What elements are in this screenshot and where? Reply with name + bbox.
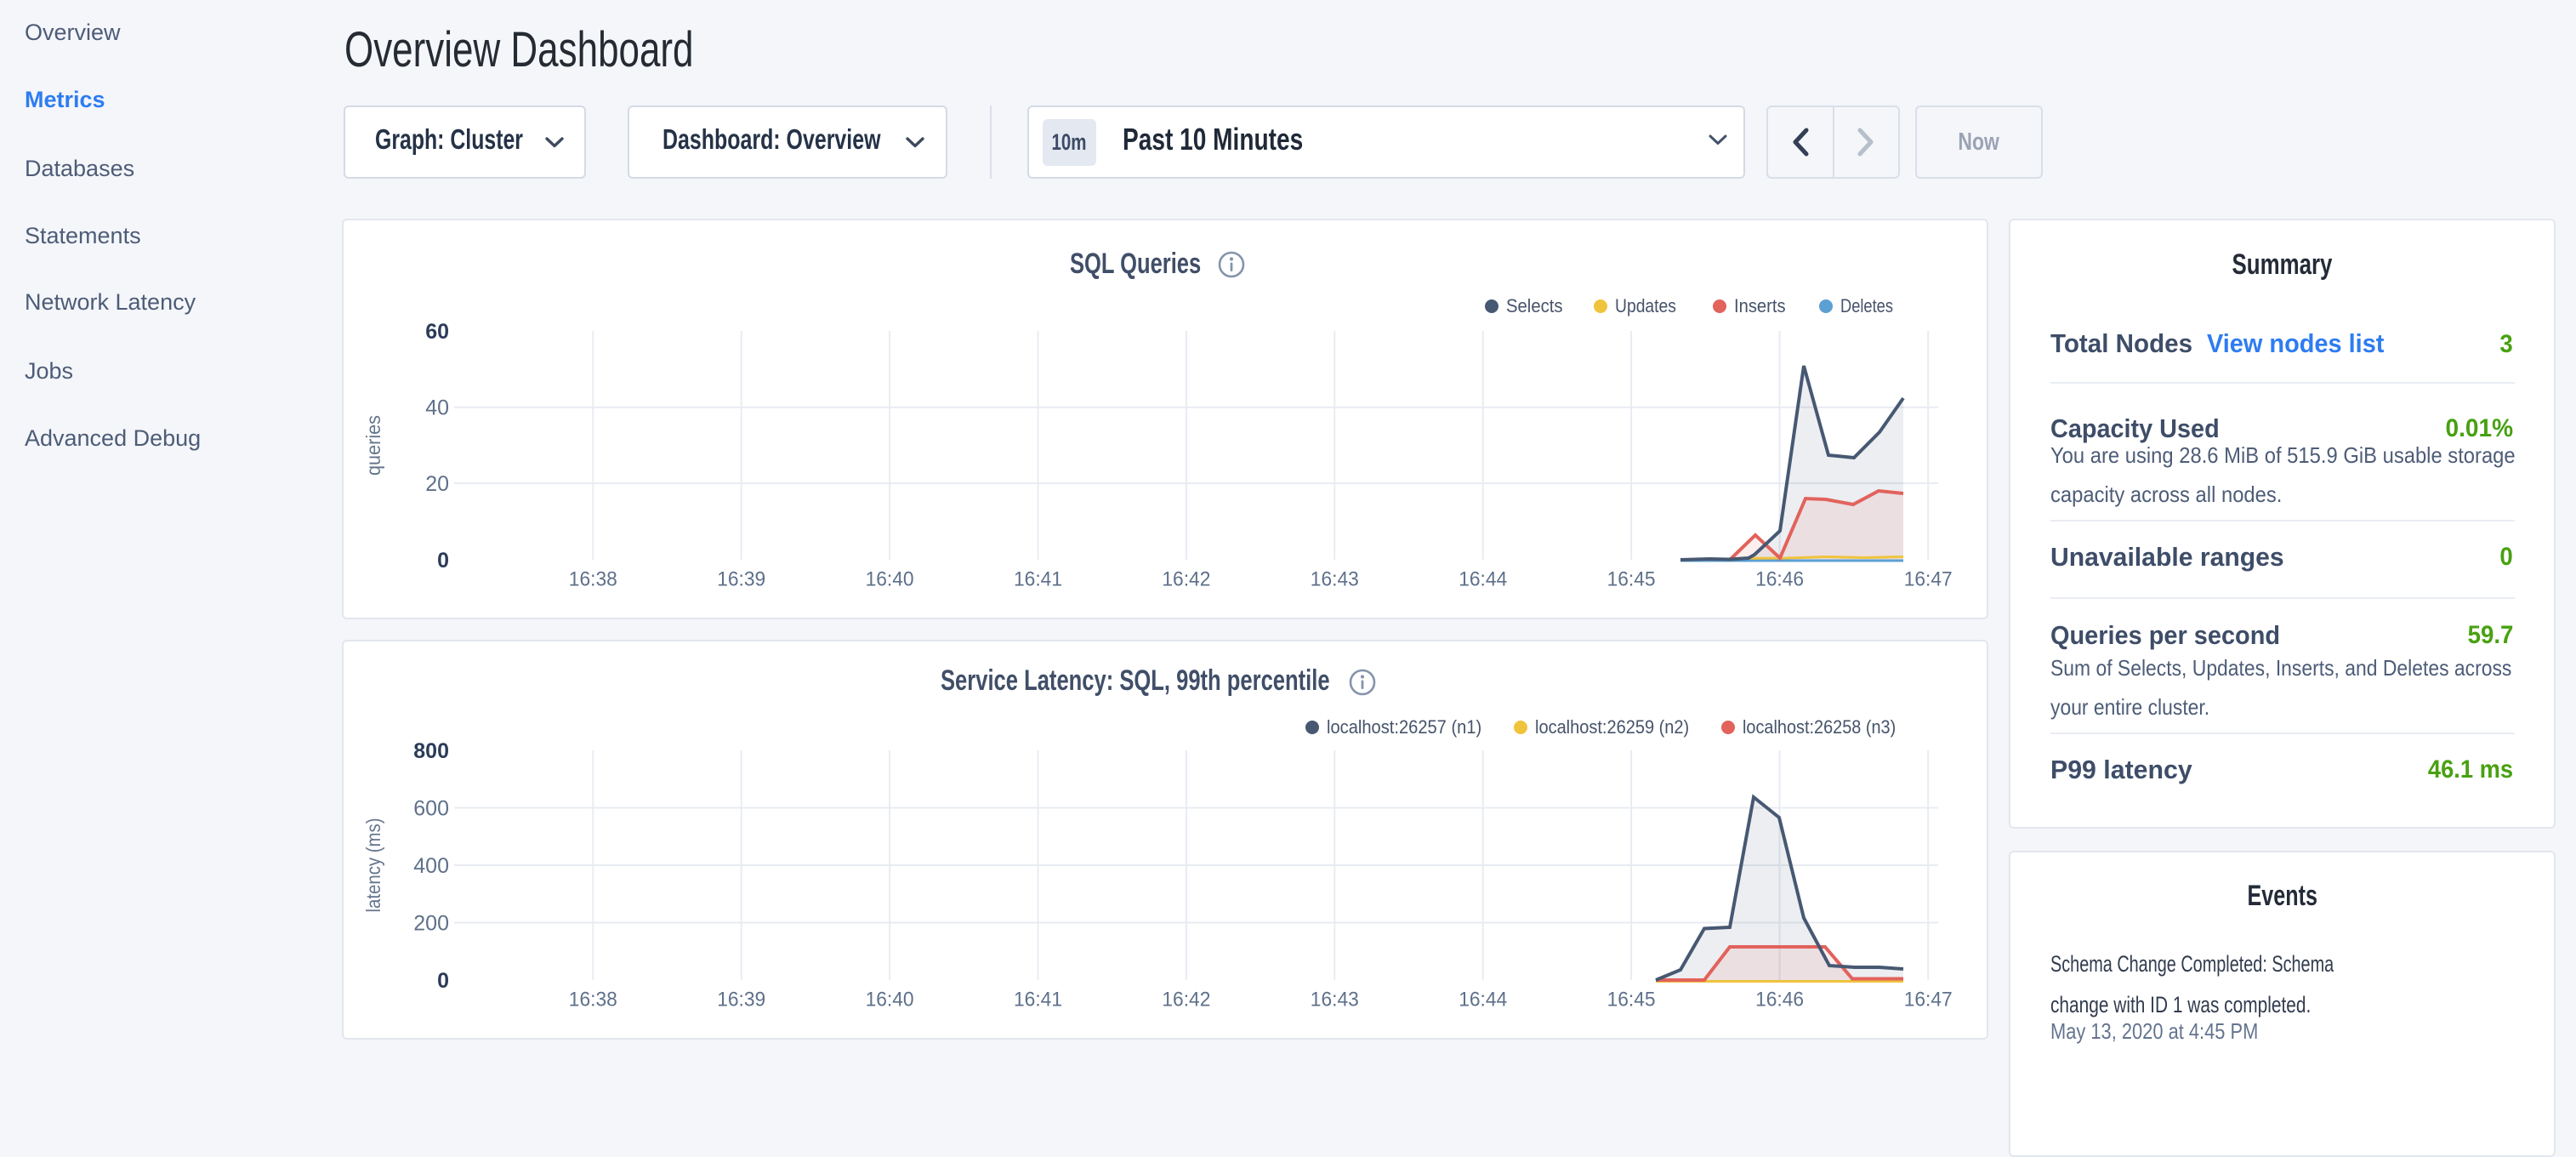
svg-text:16:44: 16:44: [1459, 988, 1507, 1011]
svg-text:0: 0: [437, 969, 449, 993]
svg-text:16:46: 16:46: [1755, 567, 1804, 590]
svg-text:16:45: 16:45: [1607, 988, 1656, 1011]
svg-text:latency (ms): latency (ms): [362, 818, 384, 913]
svg-text:16:47: 16:47: [1904, 988, 1953, 1011]
svg-text:16:40: 16:40: [866, 567, 914, 590]
svg-text:60: 60: [425, 320, 449, 344]
svg-text:16:38: 16:38: [569, 567, 617, 590]
svg-text:16:47: 16:47: [1904, 567, 1953, 590]
svg-text:16:43: 16:43: [1311, 567, 1359, 590]
svg-text:16:38: 16:38: [569, 988, 617, 1011]
svg-text:16:43: 16:43: [1311, 988, 1359, 1011]
svg-text:16:45: 16:45: [1607, 567, 1656, 590]
svg-text:400: 400: [413, 854, 449, 878]
svg-text:queries: queries: [362, 415, 384, 476]
svg-text:0: 0: [437, 549, 449, 573]
svg-text:16:42: 16:42: [1162, 988, 1210, 1011]
svg-text:40: 40: [425, 396, 449, 420]
svg-text:600: 600: [413, 797, 449, 821]
svg-text:16:46: 16:46: [1755, 988, 1804, 1011]
svg-text:16:41: 16:41: [1014, 567, 1062, 590]
svg-text:16:40: 16:40: [866, 988, 914, 1011]
svg-text:200: 200: [413, 912, 449, 936]
svg-text:16:42: 16:42: [1162, 567, 1210, 590]
svg-text:800: 800: [413, 739, 449, 763]
svg-text:16:44: 16:44: [1459, 567, 1507, 590]
svg-text:20: 20: [425, 472, 449, 496]
svg-text:16:41: 16:41: [1014, 988, 1062, 1011]
svg-text:16:39: 16:39: [717, 988, 765, 1011]
svg-text:16:39: 16:39: [717, 567, 765, 590]
